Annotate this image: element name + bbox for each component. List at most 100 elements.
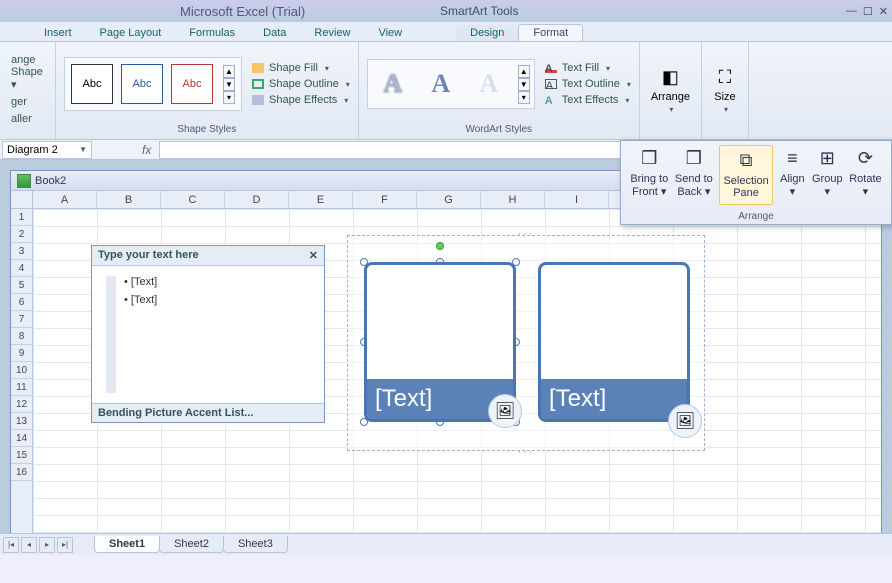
larger-button[interactable]: ger: [8, 95, 30, 109]
text-pane-title: Type your text here: [98, 249, 199, 262]
style-option[interactable]: Abc: [171, 64, 213, 104]
row-header[interactable]: 8: [11, 328, 32, 345]
shape-caption[interactable]: [Text]: [541, 379, 687, 419]
sheet-tab[interactable]: Sheet2: [159, 536, 224, 553]
wordart-gallery[interactable]: A A A ▲ ▼ ▾: [367, 59, 535, 109]
bring-to-front-button[interactable]: ❒Bring to Front ▾: [630, 145, 668, 205]
row-header[interactable]: 15: [11, 447, 32, 464]
smartart-shape[interactable]: [Text]: [538, 262, 690, 422]
smartart-diagram[interactable]: [Text] 🖼 [Text] 🖼: [347, 235, 705, 451]
shape-fill-button[interactable]: Shape Fill▾: [252, 62, 350, 74]
col-header[interactable]: H: [481, 191, 545, 208]
row-header[interactable]: 2: [11, 226, 32, 243]
first-sheet-icon[interactable]: |◂: [3, 537, 19, 553]
align-button[interactable]: ≡Align ▾: [779, 145, 805, 205]
shape-outline-button[interactable]: Shape Outline▾: [252, 78, 350, 90]
group-label: WordArt Styles: [367, 122, 631, 137]
text-item[interactable]: • [Text]: [124, 294, 157, 306]
col-header[interactable]: F: [353, 191, 417, 208]
tab-data[interactable]: Data: [249, 25, 300, 41]
gallery-more-icon[interactable]: ▾: [223, 91, 235, 104]
row-header[interactable]: 5: [11, 277, 32, 294]
row-header[interactable]: 4: [11, 260, 32, 277]
group-button[interactable]: ⊞Group ▾: [812, 145, 843, 205]
rotate-handle[interactable]: [436, 242, 444, 250]
row-header[interactable]: 9: [11, 345, 32, 362]
selected-shape-frame[interactable]: [Text] 🖼: [364, 262, 516, 422]
row-header[interactable]: 6: [11, 294, 32, 311]
text-item[interactable]: • [Text]: [124, 276, 157, 288]
picture-placeholder-icon[interactable]: 🖼: [488, 394, 522, 428]
sheet-tab[interactable]: Sheet3: [223, 536, 288, 553]
tab-design[interactable]: Design: [456, 25, 518, 41]
wordart-option[interactable]: A: [420, 64, 462, 104]
row-header[interactable]: 11: [11, 379, 32, 396]
row-header[interactable]: 3: [11, 243, 32, 260]
send-back-icon: ❒: [681, 145, 707, 171]
excel-icon: [17, 174, 31, 188]
close-button[interactable]: ✕: [879, 5, 888, 18]
row-header[interactable]: 16: [11, 464, 32, 481]
row-header[interactable]: 12: [11, 396, 32, 413]
text-outline-button[interactable]: AText Outline▾: [545, 78, 631, 90]
text-fill-button[interactable]: AText Fill▾: [545, 62, 631, 74]
shape-styles-gallery[interactable]: Abc Abc Abc ▲ ▼ ▾: [64, 57, 242, 111]
row-header[interactable]: 1: [11, 209, 32, 226]
gallery-more-icon[interactable]: ▾: [518, 91, 530, 104]
col-header[interactable]: C: [161, 191, 225, 208]
col-header[interactable]: E: [289, 191, 353, 208]
col-header[interactable]: B: [97, 191, 161, 208]
row-header[interactable]: 13: [11, 413, 32, 430]
minimize-button[interactable]: —: [846, 5, 857, 18]
tab-view[interactable]: View: [364, 25, 416, 41]
wordart-option[interactable]: A: [372, 64, 414, 104]
text-effects-button[interactable]: AText Effects▾: [545, 94, 631, 106]
col-header[interactable]: D: [225, 191, 289, 208]
row-header[interactable]: 14: [11, 430, 32, 447]
style-option[interactable]: Abc: [71, 64, 113, 104]
size-icon: ⛶: [713, 65, 737, 89]
change-shape-button[interactable]: ange Shape ▾: [8, 53, 47, 92]
row-header[interactable]: 7: [11, 311, 32, 328]
text-fill-icon: A: [545, 63, 557, 73]
prev-sheet-icon[interactable]: ◂: [21, 537, 37, 553]
gallery-up-icon[interactable]: ▲: [223, 65, 235, 78]
next-sheet-icon[interactable]: ▸: [39, 537, 55, 553]
shape-effects-button[interactable]: Shape Effects▾: [252, 94, 350, 106]
gallery-down-icon[interactable]: ▼: [223, 78, 235, 91]
last-sheet-icon[interactable]: ▸|: [57, 537, 73, 553]
tab-page-layout[interactable]: Page Layout: [86, 25, 176, 41]
col-header[interactable]: G: [417, 191, 481, 208]
text-pane-layout-name[interactable]: Bending Picture Accent List...: [92, 403, 324, 422]
group-label: Shape Styles: [64, 122, 350, 137]
col-header[interactable]: I: [545, 191, 609, 208]
arrange-button[interactable]: ◧ Arrange▾: [644, 60, 697, 119]
rotate-button[interactable]: ⟳Rotate ▾: [849, 145, 881, 205]
send-to-back-button[interactable]: ❒Send to Back ▾: [675, 145, 713, 205]
picture-placeholder-icon[interactable]: 🖼: [668, 404, 702, 438]
smaller-button[interactable]: aller: [8, 112, 35, 126]
style-option[interactable]: Abc: [121, 64, 163, 104]
restore-button[interactable]: ☐: [863, 5, 873, 18]
row-header[interactable]: 10: [11, 362, 32, 379]
selection-pane-button[interactable]: ⧉Selection Pane: [719, 145, 772, 205]
tab-format[interactable]: Format: [518, 24, 583, 41]
tab-formulas[interactable]: Formulas: [175, 25, 249, 41]
bring-front-icon: ❒: [636, 145, 662, 171]
align-icon: ≡: [779, 145, 805, 171]
arrange-icon: ◧: [658, 65, 682, 89]
sheet-tab[interactable]: Sheet1: [94, 536, 160, 553]
select-all-corner[interactable]: [11, 191, 33, 209]
tab-review[interactable]: Review: [300, 25, 364, 41]
gallery-down-icon[interactable]: ▼: [518, 78, 530, 91]
row-headers[interactable]: 12345678910111213141516: [11, 209, 33, 554]
gallery-up-icon[interactable]: ▲: [518, 65, 530, 78]
name-box[interactable]: Diagram 2▼: [2, 141, 92, 159]
tab-insert[interactable]: Insert: [30, 25, 86, 41]
fx-label[interactable]: fx: [142, 143, 151, 157]
col-header[interactable]: A: [33, 191, 97, 208]
close-icon[interactable]: ✕: [309, 249, 318, 262]
workbook-window: Book2 ABCDEFGHIJKL 123456789101112131415…: [10, 170, 882, 555]
wordart-option[interactable]: A: [468, 64, 510, 104]
size-button[interactable]: ⛶ Size▾: [706, 60, 744, 119]
